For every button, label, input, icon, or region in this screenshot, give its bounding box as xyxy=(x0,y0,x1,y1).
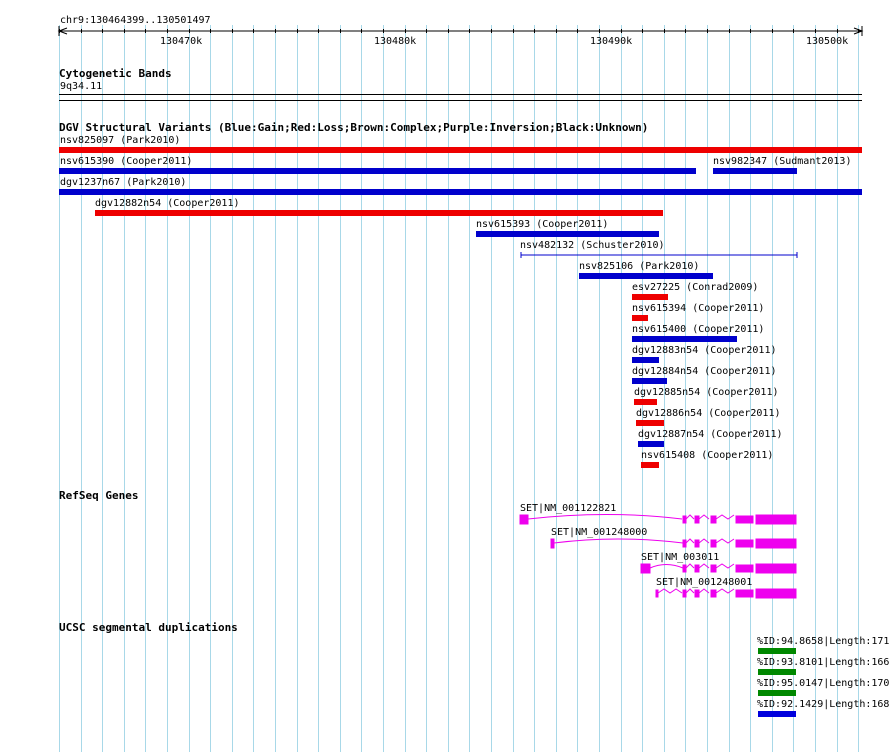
dgv-gain-bar[interactable] xyxy=(713,168,797,174)
dgv-feature-label: nsv482132 (Schuster2010) xyxy=(520,240,665,251)
dgv-loss-bar[interactable] xyxy=(632,294,668,300)
segdup-bar[interactable] xyxy=(758,648,796,654)
cytoband-track-title: Cytogenetic Bands xyxy=(59,67,172,80)
dgv-feature-label: nsv825097 (Park2010) xyxy=(60,135,181,146)
segdup-bar[interactable] xyxy=(758,711,796,717)
dgv-track-title: DGV Structural Variants (Blue:Gain;Red:L… xyxy=(59,121,649,134)
dgv-gain-line[interactable] xyxy=(518,251,800,259)
dgv-feature-label: nsv615400 (Cooper2011) xyxy=(632,324,765,335)
gene-model[interactable] xyxy=(548,536,800,552)
dgv-gain-bar[interactable] xyxy=(476,231,659,237)
dgv-feature-label: dgv12885n54 (Cooper2011) xyxy=(634,387,779,398)
dgv-feature-label: dgv12886n54 (Cooper2011) xyxy=(636,408,781,419)
dgv-gain-bar[interactable] xyxy=(59,189,862,195)
cytoband-top-line xyxy=(59,94,862,95)
tick-label-130490k: 130490k xyxy=(590,36,633,47)
dgv-loss-bar[interactable] xyxy=(59,147,862,153)
gene-model[interactable] xyxy=(654,586,800,602)
dgv-loss-bar[interactable] xyxy=(641,462,659,468)
dgv-feature-label: dgv1237n67 (Park2010) xyxy=(60,177,187,188)
dgv-loss-bar[interactable] xyxy=(95,210,663,216)
dgv-feature-label: dgv12887n54 (Cooper2011) xyxy=(638,429,783,440)
dgv-feature-label: dgv12883n54 (Cooper2011) xyxy=(632,345,777,356)
dgv-feature-label: nsv982347 (Sudmant2013) xyxy=(713,156,852,167)
segdup-label: %ID:92.1429|Length:1680 xyxy=(757,699,890,710)
refseq-track-title: RefSeq Genes xyxy=(59,489,139,502)
dgv-loss-bar[interactable] xyxy=(636,420,664,426)
tick-label-130470k: 130470k xyxy=(160,36,203,47)
ruler-axis xyxy=(57,26,864,36)
segdup-track-title: UCSC segmental duplications xyxy=(59,621,238,634)
tick-label-130480k: 130480k xyxy=(374,36,417,47)
segdup-bar[interactable] xyxy=(758,690,796,696)
dgv-feature-label: nsv615393 (Cooper2011) xyxy=(476,219,609,230)
cytoband-label[interactable]: 9q34.11 xyxy=(60,81,102,92)
gene-model[interactable] xyxy=(518,512,800,528)
cytoband-bottom-line xyxy=(59,100,862,101)
dgv-gain-bar[interactable] xyxy=(59,168,696,174)
gene-model[interactable] xyxy=(638,561,800,577)
segdup-label: %ID:95.0147|Length:1705 xyxy=(757,678,890,689)
dgv-feature-label: nsv615408 (Cooper2011) xyxy=(641,450,774,461)
dgv-feature-label: nsv825106 (Park2010) xyxy=(579,261,700,272)
dgv-loss-bar[interactable] xyxy=(632,315,648,321)
segdup-label: %ID:93.8101|Length:1660 xyxy=(757,657,890,668)
dgv-gain-bar[interactable] xyxy=(632,378,667,384)
dgv-gain-bar[interactable] xyxy=(638,441,664,447)
tick-label-130500k: 130500k xyxy=(806,36,849,47)
dgv-gain-bar[interactable] xyxy=(632,336,737,342)
segdup-label: %ID:94.8658|Length:1714 xyxy=(757,636,890,647)
dgv-gain-bar[interactable] xyxy=(579,273,713,279)
segdup-bar[interactable] xyxy=(758,669,796,675)
dgv-feature-label: nsv615390 (Cooper2011) xyxy=(60,156,193,167)
dgv-feature-label: nsv615394 (Cooper2011) xyxy=(632,303,765,314)
dgv-gain-bar[interactable] xyxy=(632,357,659,363)
dgv-feature-label: esv27225 (Conrad2009) xyxy=(632,282,759,293)
dgv-loss-bar[interactable] xyxy=(634,399,657,405)
dgv-feature-label: dgv12884n54 (Cooper2011) xyxy=(632,366,777,377)
dgv-feature-label: dgv12882n54 (Cooper2011) xyxy=(95,198,240,209)
